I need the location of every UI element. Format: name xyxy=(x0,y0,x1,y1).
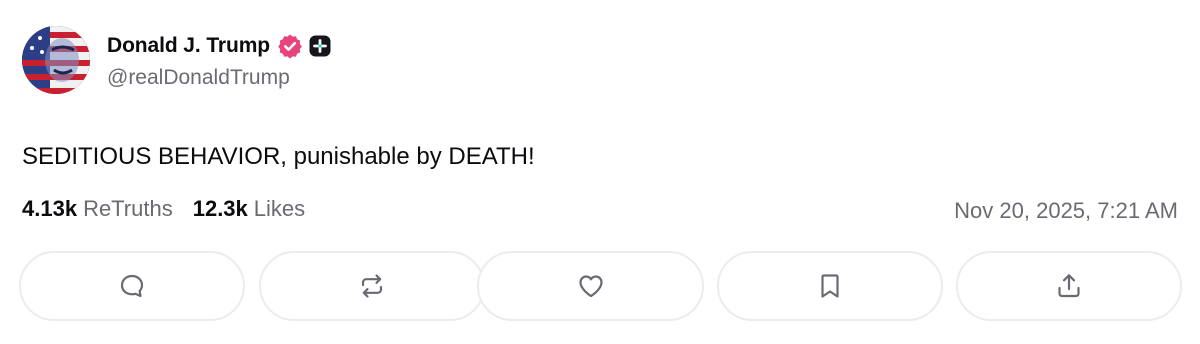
retruths-label[interactable]: ReTruths xyxy=(83,196,173,222)
share-upload-icon xyxy=(1058,274,1080,298)
post-timestamp[interactable]: Nov 20, 2025, 7:21 AM xyxy=(954,198,1178,224)
likes-label[interactable]: Likes xyxy=(254,196,305,222)
bookmark-icon xyxy=(821,274,839,298)
post-text: SEDITIOUS BEHAVIOR, punishable by DEATH! xyxy=(22,143,535,170)
avatar[interactable] xyxy=(22,26,90,94)
post-card: Donald J. Trump @realDonaldTrump SEDITIO… xyxy=(0,0,1200,344)
retruths-count[interactable]: 4.13k xyxy=(22,196,77,222)
display-name-row: Donald J. Trump xyxy=(107,30,331,62)
display-name[interactable]: Donald J. Trump xyxy=(107,34,270,58)
verified-badge-icon xyxy=(277,33,303,59)
action-bar xyxy=(19,251,1182,321)
post-header: Donald J. Trump @realDonaldTrump xyxy=(22,26,331,94)
reply-button[interactable] xyxy=(19,251,245,321)
bookmark-button[interactable] xyxy=(717,251,943,321)
reply-bubble-icon xyxy=(120,274,144,298)
author-names: Donald J. Trump @realDonaldTrump xyxy=(107,30,331,90)
share-button[interactable] xyxy=(956,251,1182,321)
likes-count[interactable]: 12.3k xyxy=(193,196,248,222)
author-handle[interactable]: @realDonaldTrump xyxy=(107,66,331,90)
retruth-arrows-icon xyxy=(361,274,383,298)
avatar-image xyxy=(22,26,90,94)
like-button[interactable] xyxy=(477,251,704,321)
heart-icon xyxy=(578,275,603,298)
post-stats: 4.13k ReTruths 12.3k Likes xyxy=(22,196,305,222)
retruth-button[interactable] xyxy=(259,251,485,321)
plus-badge-icon xyxy=(309,35,331,57)
